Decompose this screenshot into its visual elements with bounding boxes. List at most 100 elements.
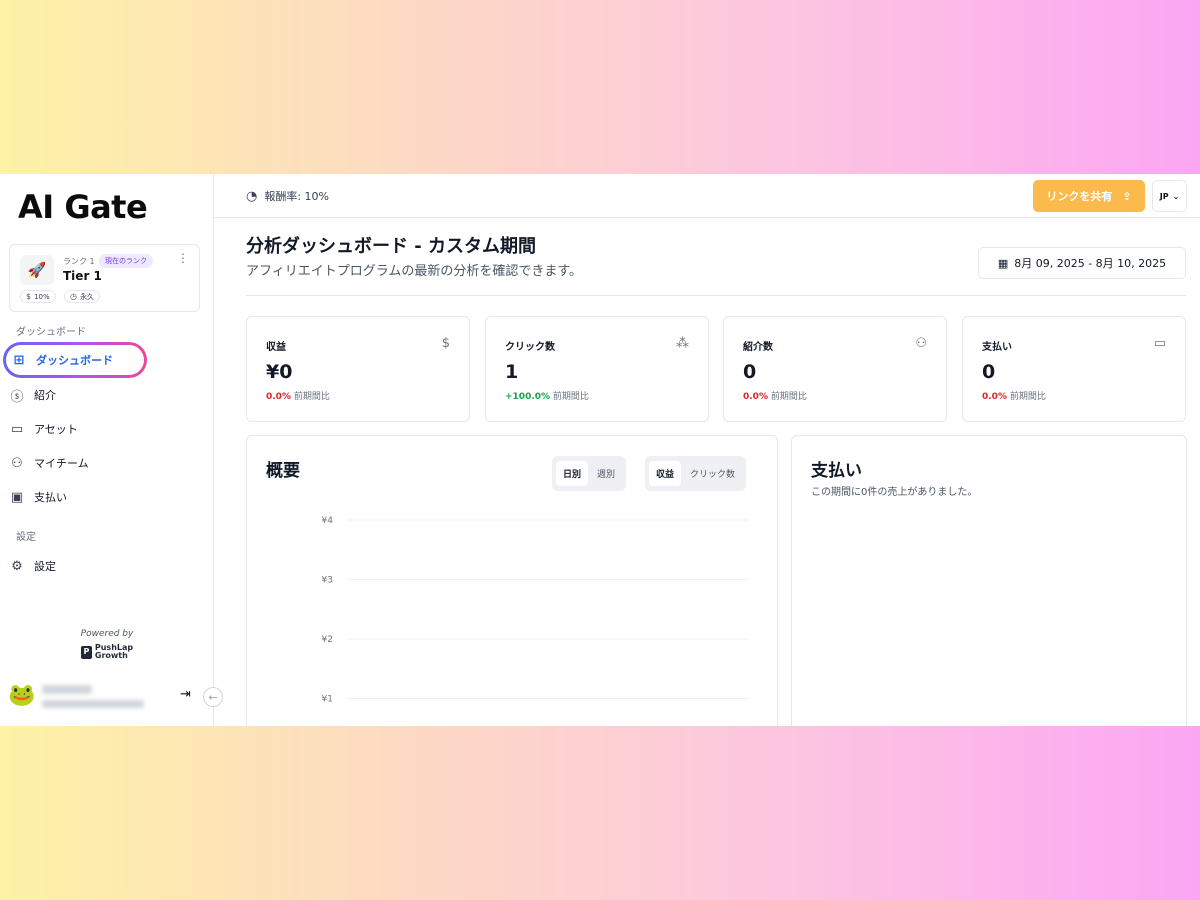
stat-change-value: 0.0% bbox=[982, 392, 1007, 402]
stat-value: 0 bbox=[743, 361, 757, 383]
stat-change-suffix: 前期間比 bbox=[770, 392, 807, 402]
stat-label: 収益 bbox=[266, 342, 286, 353]
dollar-icon: $ bbox=[441, 336, 450, 351]
powered-by: Powered by P PushLap Growth bbox=[0, 629, 214, 660]
stat-card-payouts: 支払い ▭ 0 0.0% 前期間比 bbox=[962, 316, 1186, 422]
page-subtitle: アフィリエイトプログラムの最新の分析を確認できます。 bbox=[246, 264, 583, 279]
logout-icon[interactable]: ⇥ bbox=[180, 687, 191, 702]
app-logo: AI Gate bbox=[18, 188, 148, 226]
more-vertical-icon[interactable]: ⋮ bbox=[177, 252, 189, 264]
language-select-value: JP bbox=[1159, 191, 1169, 201]
y-tick-label: ¥4 bbox=[322, 516, 334, 526]
language-select[interactable]: JP ⌄ bbox=[1152, 180, 1187, 212]
user-email-blurred bbox=[42, 700, 144, 708]
commission-chip-label: 10% bbox=[34, 292, 50, 301]
main-content: ◔ 報酬率: 10% リンクを共有 ⇪ JP ⌄ 分析ダッシュボード - カスタ… bbox=[214, 174, 1200, 726]
arrow-left-icon: ← bbox=[208, 690, 218, 704]
credit-card-icon: ▭ bbox=[1153, 336, 1166, 351]
sidebar-item-label: 設定 bbox=[34, 560, 56, 573]
sidebar: AI Gate 🚀 ランク 1 現在のランク Tier 1 ⋮ $ 10% ◷ … bbox=[0, 174, 214, 726]
share-link-label: リンクを共有 bbox=[1046, 190, 1113, 203]
stat-value: ¥0 bbox=[266, 361, 293, 383]
sidebar-item-referrals[interactable]: ⓢ 紹介 bbox=[9, 382, 189, 408]
page-title: 分析ダッシュボード - カスタム期間 bbox=[246, 236, 537, 257]
stat-change-suffix: 前期間比 bbox=[552, 392, 589, 402]
toggle-weekly[interactable]: 週別 bbox=[590, 461, 622, 486]
sidebar-item-label: 紹介 bbox=[34, 389, 56, 402]
share-link-button[interactable]: リンクを共有 ⇪ bbox=[1033, 180, 1145, 212]
pushlap-mark-icon: P bbox=[80, 645, 92, 659]
stat-value: 1 bbox=[505, 361, 519, 383]
metric-toggle: 収益 クリック数 bbox=[645, 456, 747, 491]
gear-icon: ⚙ bbox=[11, 558, 23, 574]
duration-chip-label: 永久 bbox=[79, 292, 94, 301]
commission-chip: $ 10% bbox=[20, 290, 56, 303]
stat-change-value: 0.0% bbox=[266, 392, 291, 402]
commission-rate-text: 報酬率: 10% bbox=[264, 190, 329, 203]
sidebar-item-my-team[interactable]: ⚇ マイチーム bbox=[9, 450, 189, 476]
sidebar-item-settings[interactable]: ⚙ 設定 bbox=[9, 553, 189, 579]
users-icon: ⚇ bbox=[11, 455, 23, 471]
stat-card-revenue: 収益 $ ¥0 0.0% 前期間比 bbox=[246, 316, 470, 422]
rocket-icon: 🚀 bbox=[20, 255, 54, 285]
payouts-subtitle: この期間に0件の売上がありました。 bbox=[811, 487, 978, 498]
sidebar-item-payouts[interactable]: ▣ 支払い bbox=[9, 484, 189, 510]
clock-icon: ◷ bbox=[70, 292, 77, 301]
rank-label: ランク 1 bbox=[63, 257, 95, 266]
folder-icon: ▭ bbox=[10, 421, 24, 437]
app-window: AI Gate 🚀 ランク 1 現在のランク Tier 1 ⋮ $ 10% ◷ … bbox=[0, 174, 1200, 726]
stat-change: 0.0% 前期間比 bbox=[743, 389, 807, 402]
overview-chart: ¥4 ¥3 ¥2 ¥1 bbox=[322, 516, 749, 705]
sidebar-item-label: ダッシュボード bbox=[36, 354, 113, 367]
avatar[interactable]: 🐸 bbox=[8, 683, 35, 708]
banknote-icon: ▣ bbox=[10, 489, 24, 505]
toggle-revenue[interactable]: 収益 bbox=[649, 461, 682, 486]
calendar-icon: ▦ bbox=[997, 256, 1009, 270]
toggle-clicks[interactable]: クリック数 bbox=[683, 461, 742, 486]
pie-chart-icon: ◔ bbox=[246, 188, 258, 204]
stat-change-suffix: 前期間比 bbox=[1009, 392, 1046, 402]
stat-change: 0.0% 前期間比 bbox=[266, 389, 330, 402]
y-tick-label: ¥3 bbox=[322, 576, 333, 586]
dollar-circle-icon: ⓢ bbox=[10, 389, 24, 405]
chevron-down-icon: ⌄ bbox=[1172, 191, 1180, 201]
rank-card: 🚀 ランク 1 現在のランク Tier 1 ⋮ $ 10% ◷ 永久 bbox=[9, 244, 200, 312]
dollar-circle-icon: $ bbox=[26, 292, 32, 301]
stat-label: クリック数 bbox=[505, 342, 555, 353]
sidebar-item-label: アセット bbox=[34, 423, 78, 436]
date-range-picker[interactable]: ▦ 8月 09, 2025 - 8月 10, 2025 bbox=[978, 247, 1186, 279]
cursor-click-icon: ⁂ bbox=[676, 336, 689, 351]
y-tick-label: ¥2 bbox=[322, 635, 333, 645]
divider bbox=[246, 295, 1186, 296]
current-rank-badge: 現在のランク bbox=[99, 254, 153, 268]
payouts-panel: 支払い この期間に0件の売上がありました。 bbox=[791, 435, 1187, 726]
users-icon: ⚇ bbox=[915, 336, 927, 351]
stat-change: 0.0% 前期間比 bbox=[982, 389, 1046, 402]
sidebar-item-label: 支払い bbox=[34, 491, 67, 504]
stat-change-value: 0.0% bbox=[743, 392, 768, 402]
section-label-settings: 設定 bbox=[16, 532, 36, 543]
y-tick-label: ¥1 bbox=[322, 695, 333, 705]
sidebar-item-assets[interactable]: ▭ アセット bbox=[9, 416, 189, 442]
stat-change-suffix: 前期間比 bbox=[293, 392, 330, 402]
section-label-dashboard: ダッシュボード bbox=[16, 327, 86, 338]
stat-change-value: +100.0% bbox=[505, 392, 551, 402]
top-bar: ◔ 報酬率: 10% リンクを共有 ⇪ JP ⌄ bbox=[214, 174, 1200, 218]
grid-icon: ⊞ bbox=[13, 352, 25, 368]
pushlap-brand-line2: Growth bbox=[94, 651, 128, 660]
stat-value: 0 bbox=[982, 361, 996, 383]
sidebar-item-dashboard[interactable]: ⊞ ダッシュボード bbox=[3, 342, 147, 378]
overview-title: 概要 bbox=[266, 461, 300, 481]
stat-card-referrals: 紹介数 ⚇ 0 0.0% 前期間比 bbox=[723, 316, 947, 422]
collapse-sidebar-button[interactable]: ← bbox=[203, 687, 223, 707]
period-toggle: 日別 週別 bbox=[552, 456, 627, 491]
stat-change: +100.0% 前期間比 bbox=[505, 389, 589, 402]
pushlap-brand-text: PushLap Growth bbox=[95, 644, 133, 660]
rank-tier: Tier 1 bbox=[63, 269, 102, 283]
pushlap-logo[interactable]: P PushLap Growth bbox=[80, 644, 133, 660]
stat-label: 支払い bbox=[982, 342, 1012, 353]
user-name-blurred bbox=[42, 685, 92, 694]
toggle-daily[interactable]: 日別 bbox=[556, 461, 589, 486]
overview-panel: 概要 日別 週別 収益 クリック数 ¥4 ¥3 ¥2 ¥1 bbox=[246, 435, 778, 726]
sidebar-item-label: マイチーム bbox=[34, 457, 89, 470]
